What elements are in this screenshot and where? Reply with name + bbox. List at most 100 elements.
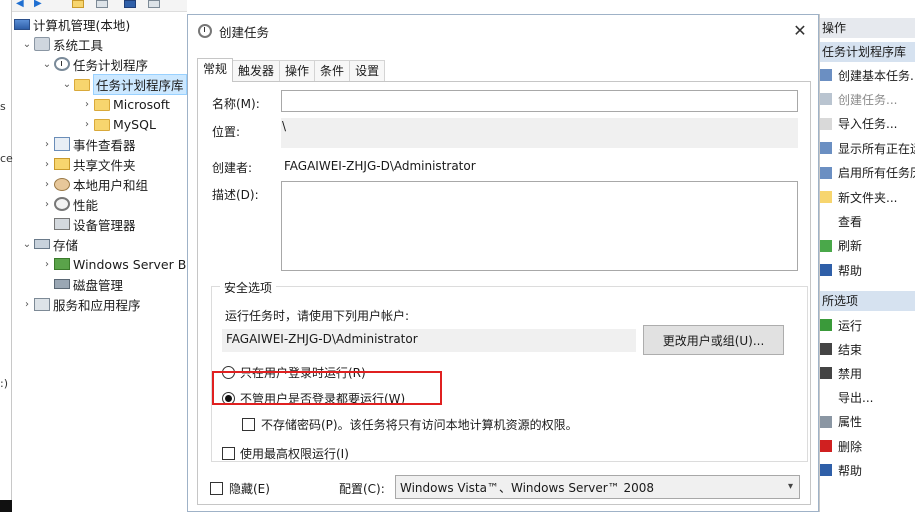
action-item[interactable]: 帮助: [820, 260, 915, 280]
tree-item-mysql[interactable]: › MySQL: [80, 114, 156, 134]
action-item-label: 导入任务...: [838, 117, 898, 132]
name-input[interactable]: [281, 90, 798, 112]
actions-library-header[interactable]: 任务计划程序库: [820, 42, 915, 62]
tab-general[interactable]: 常规: [197, 58, 234, 82]
action-item[interactable]: 创建任务...: [820, 89, 915, 109]
selected-action-item[interactable]: 删除: [820, 436, 915, 456]
selected-action-item[interactable]: 帮助: [820, 460, 915, 480]
chevron-right-icon[interactable]: ›: [80, 99, 94, 110]
left-edge-strip: s ce :): [0, 0, 13, 512]
action-item-label: 帮助: [838, 263, 863, 278]
tree-item-disk[interactable]: 磁盘管理: [40, 274, 123, 294]
change-user-button[interactable]: 更改用户或组(U)...: [643, 325, 784, 355]
folder-up-icon[interactable]: [72, 0, 84, 8]
tab-triggers[interactable]: 触发器: [232, 60, 281, 82]
chevron-down-icon[interactable]: ⌄: [20, 39, 34, 50]
left-edge-fragment: s: [0, 100, 6, 113]
tree-item-services[interactable]: › 服务和应用程序: [20, 294, 141, 314]
selected-action-item[interactable]: 导出...: [820, 388, 915, 408]
tree-item-users[interactable]: › 本地用户和组: [40, 174, 148, 194]
action-item[interactable]: 导入任务...: [820, 114, 915, 134]
selected-action-label: 禁用: [838, 366, 863, 381]
tab-conditions[interactable]: 条件: [314, 60, 351, 82]
close-button[interactable]: ✕: [790, 21, 810, 41]
selected-action-item[interactable]: 禁用: [820, 363, 915, 383]
tree-item-events[interactable]: › 事件查看器: [40, 134, 136, 154]
tree-item-shares[interactable]: › 共享文件夹: [40, 154, 136, 174]
hidden-checkbox[interactable]: [210, 482, 223, 495]
properties-icon[interactable]: [148, 0, 160, 8]
tree-item-systools[interactable]: ⌄ 系统工具: [20, 34, 103, 54]
chevron-right-icon[interactable]: ›: [40, 199, 54, 210]
selected-action-label: 帮助: [838, 463, 863, 478]
name-label: 名称(M):: [212, 97, 260, 111]
chevron-down-icon[interactable]: ⌄: [60, 79, 74, 90]
create-task-dialog: 创建任务 ✕ 常规 触发器 操作 条件 设置 名称(M): 位置: \ 创建者:…: [187, 14, 819, 512]
highest-privileges-checkbox[interactable]: [222, 447, 235, 460]
selected-action-label: 删除: [838, 439, 863, 454]
description-textarea[interactable]: [281, 181, 798, 271]
shared-folder-icon: [54, 158, 70, 170]
running-tasks-icon: [820, 142, 832, 155]
action-item-label: 刷新: [838, 239, 863, 254]
properties-icon: [820, 415, 832, 428]
selected-action-label: 运行: [838, 318, 863, 333]
tools-icon: [34, 37, 50, 51]
left-edge-bar: [0, 500, 12, 512]
tree-item-label: Microsoft: [113, 96, 170, 112]
configure-label: 配置(C):: [339, 482, 385, 496]
chevron-right-icon[interactable]: ›: [20, 299, 34, 310]
tree-item-label: 本地用户和组: [73, 177, 149, 193]
tree-item-devices[interactable]: 设备管理器: [40, 214, 136, 234]
tree-item-wsb[interactable]: › Windows Server Ba: [40, 254, 187, 274]
backup-icon: [54, 258, 70, 270]
actions-pane: 操作 任务计划程序库 创建基本任务... 创建任务... 导入任务... 显示所有正在…: [819, 14, 915, 512]
tree-item-storage[interactable]: ⌄ 存储: [20, 234, 78, 254]
folder-icon: [74, 79, 90, 91]
users-icon: [54, 177, 70, 191]
tree-item-library[interactable]: ⌄ 任务计划程序库: [60, 73, 187, 95]
tree-item-perf[interactable]: › 性能: [40, 194, 98, 214]
tab-settings[interactable]: 设置: [349, 60, 386, 82]
action-item[interactable]: 启用所有任务历: [820, 163, 915, 183]
action-item[interactable]: 新文件夹...: [820, 187, 915, 207]
export-icon: [820, 391, 832, 404]
tab-actions[interactable]: 操作: [279, 60, 316, 82]
chevron-right-icon[interactable]: ›: [40, 159, 54, 170]
forward-arrow-icon[interactable]: ▶: [34, 0, 46, 9]
tree-item-microsoft[interactable]: › Microsoft: [80, 94, 170, 114]
tree-item-label: Windows Server Ba: [73, 256, 187, 272]
selected-action-item[interactable]: 运行: [820, 315, 915, 335]
security-options-title: 安全选项: [220, 279, 277, 296]
disable-icon: [820, 367, 832, 380]
do-not-store-password-checkbox[interactable]: [242, 418, 255, 431]
action-item[interactable]: 刷新: [820, 236, 915, 256]
chevron-right-icon[interactable]: ›: [80, 119, 94, 130]
user-account-value: FAGAIWEI-ZHJG-D\Administrator: [226, 332, 418, 346]
hidden-label[interactable]: 隐藏(E): [229, 480, 270, 497]
back-arrow-icon[interactable]: ◀: [16, 0, 28, 9]
chevron-right-icon[interactable]: ›: [40, 179, 54, 190]
tree-item-label: 共享文件夹: [73, 157, 136, 173]
chevron-down-icon[interactable]: ⌄: [20, 239, 34, 250]
help-icon[interactable]: [124, 0, 136, 8]
selected-action-item[interactable]: 属性: [820, 412, 915, 432]
highest-privileges-label[interactable]: 使用最高权限运行(I): [240, 445, 349, 462]
action-item[interactable]: 显示所有正在运: [820, 138, 915, 158]
selected-action-item[interactable]: 结束: [820, 339, 915, 359]
actions-selected-header[interactable]: 所选项: [820, 291, 915, 311]
annotation-highlight-box: [212, 371, 442, 405]
action-item[interactable]: 查看: [820, 211, 915, 231]
do-not-store-password-label[interactable]: 不存储密码(P)。该任务将只有访问本地计算机资源的权限。: [261, 416, 578, 433]
chevron-right-icon[interactable]: ›: [40, 259, 54, 270]
show-hide-tree-icon[interactable]: [96, 0, 108, 8]
disk-icon: [54, 279, 70, 289]
folder-icon: [94, 99, 110, 111]
tree-item-computer[interactable]: 计算机管理(本地): [14, 14, 130, 34]
action-item-label: 显示所有正在运: [838, 141, 915, 156]
action-item[interactable]: 创建基本任务...: [820, 65, 915, 85]
configure-for-select[interactable]: Windows Vista™、Windows Server™ 2008 ▾: [395, 475, 800, 499]
chevron-right-icon[interactable]: ›: [40, 139, 54, 150]
tree-item-scheduler[interactable]: ⌄ 任务计划程序: [40, 54, 148, 74]
chevron-down-icon[interactable]: ⌄: [40, 59, 54, 70]
